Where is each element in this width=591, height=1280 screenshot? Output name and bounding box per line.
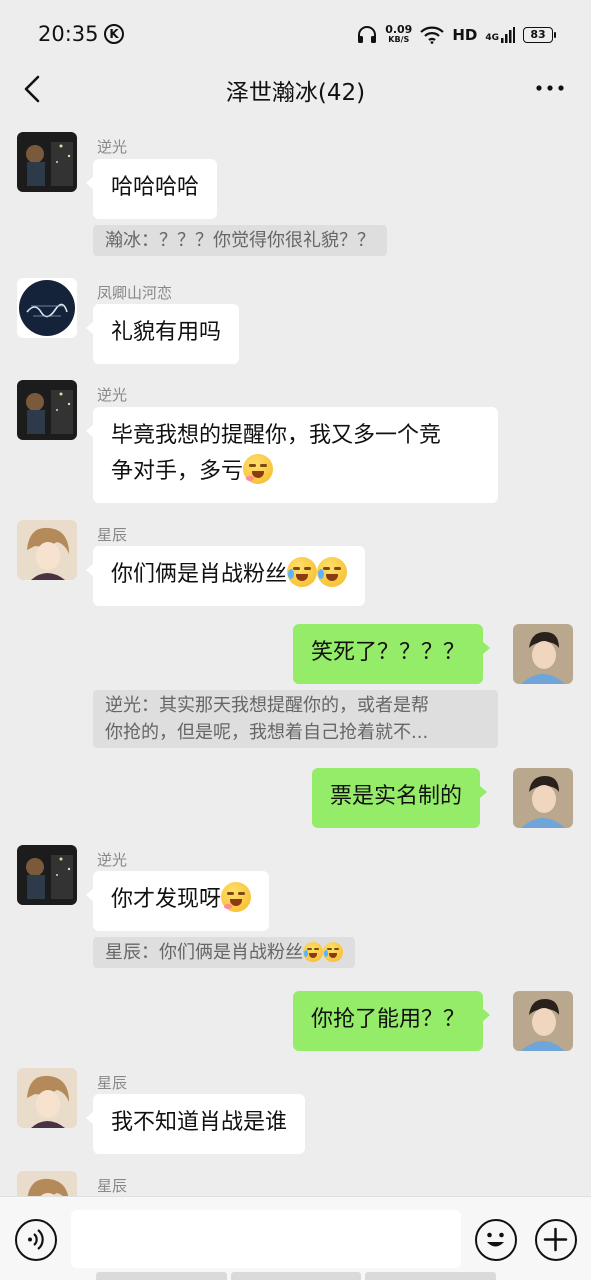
status-time: 20:35 [38, 22, 99, 46]
quote-text: 星辰：你们俩是肖战粉丝 [105, 942, 303, 963]
avatar-xingchen[interactable] [17, 1171, 77, 1196]
signal-4g-label: 4G [485, 33, 499, 43]
chat-header: 泽世瀚冰(42) [0, 60, 591, 118]
avatar-niguang-image [17, 380, 77, 440]
avatar-niguang[interactable] [17, 132, 77, 192]
own-message-bubble[interactable]: 你抢了能用？？ [293, 991, 491, 1051]
message-text-line: 争对手，多亏 [111, 454, 480, 490]
message-bubble[interactable]: 你才发现呀 [85, 871, 270, 931]
battery-indicator: 83 [523, 27, 556, 43]
avatar-self-image [513, 624, 573, 684]
avatar-self[interactable] [513, 991, 573, 1051]
panel-hint [96, 1272, 497, 1280]
message-input[interactable] [71, 1210, 461, 1268]
smiley-icon [487, 1232, 504, 1247]
message-text-line: 毕竟我想的提醒你，我又多一个竞 [111, 423, 442, 448]
laugh-cry-emoji [323, 942, 343, 962]
own-message-bubble[interactable]: 笑死了？？？？ [293, 624, 491, 684]
laugh-cry-emoji [317, 557, 348, 587]
avatar-xingchen-image [17, 1068, 77, 1128]
message-bubble[interactable]: 你们俩是肖战粉丝 [85, 546, 366, 606]
input-bar [0, 1196, 591, 1280]
message-text-span: 你才发现呀 [111, 887, 222, 912]
plus-button[interactable] [535, 1219, 577, 1261]
chat-title: 泽世瀚冰(42) [225, 80, 366, 106]
headphones-icon [358, 26, 377, 43]
message-list[interactable]: 逆光 哈哈哈哈 瀚冰：？？？你觉得你很礼貌？？ 凤卿山河恋 礼貌有用吗 逆光 毕… [0, 122, 591, 1196]
network-speed-unit: KB/S [388, 35, 410, 44]
k-app-icon: K [104, 24, 124, 44]
avatar-self-image [513, 991, 573, 1051]
avatar-xingchen[interactable] [17, 1068, 77, 1128]
quote-line: 你抢的，但是呢，我想着自己抢着就不... [105, 722, 429, 743]
own-message-bubble[interactable]: 票是实名制的 [312, 768, 488, 828]
cell-signal: 4G [485, 27, 515, 43]
grin-sweat-emoji [243, 454, 274, 484]
message-bubble[interactable]: 礼貌有用吗 [85, 304, 240, 364]
sender-name: 逆光 [97, 138, 128, 156]
voice-button[interactable] [15, 1219, 57, 1261]
more-horizontal-icon [536, 85, 564, 91]
quoted-message[interactable]: 逆光：其实那天我想提醒你的，或者是帮 你抢的，但是呢，我想着自己抢着就不... [93, 690, 498, 748]
avatar-niguang[interactable] [17, 380, 77, 440]
hd-label: HD [452, 26, 478, 44]
quoted-message[interactable]: 星辰：你们俩是肖战粉丝 [93, 937, 355, 968]
message-bubble[interactable]: 我不知道肖战是谁 [85, 1094, 306, 1154]
avatar-self[interactable] [513, 768, 573, 828]
network-speed-value: 0.09 [385, 23, 413, 36]
avatar-fengqing[interactable] [17, 278, 77, 338]
sender-name: 逆光 [97, 386, 128, 404]
emoji-button[interactable] [475, 1219, 517, 1261]
plus-icon [543, 1227, 568, 1252]
network-speed: 0.09 KB/S [385, 23, 413, 45]
sender-name: 星辰 [97, 526, 128, 544]
avatar-self[interactable] [513, 624, 573, 684]
quoted-message[interactable]: 瀚冰：？？？你觉得你很礼貌？？ [93, 225, 387, 256]
message-bubble[interactable]: 哈哈哈哈 [85, 159, 218, 219]
laugh-cry-emoji [287, 557, 318, 587]
avatar-xingchen-image [17, 520, 77, 580]
avatar-niguang-image [17, 845, 77, 905]
message-bubble[interactable]: 毕竟我想的提醒你，我又多一个竞 争对手，多亏 [86, 407, 498, 503]
message-text-span: 你们俩是肖战粉丝 [111, 562, 288, 587]
avatar-self-image [513, 768, 573, 828]
avatar-niguang-image [17, 132, 77, 192]
wifi-icon [420, 26, 445, 44]
sender-name: 凤卿山河恋 [97, 284, 173, 302]
sender-name: 星辰 [97, 1177, 128, 1195]
sender-name: 逆光 [97, 851, 128, 869]
quote-line: 逆光：其实那天我想提醒你的，或者是帮 [105, 695, 429, 716]
more-button[interactable] [535, 78, 565, 98]
avatar-xingchen[interactable] [17, 520, 77, 580]
avatar-niguang[interactable] [17, 845, 77, 905]
laugh-cry-emoji [303, 942, 323, 962]
message-text-span: 争对手，多亏 [111, 459, 244, 484]
voice-icon [28, 1229, 44, 1250]
avatar-xingchen-image [17, 1171, 77, 1196]
grin-sweat-emoji [221, 882, 252, 912]
sender-name: 星辰 [97, 1074, 128, 1092]
status-icons: 0.09 KB/S HD 4G 83 [357, 22, 556, 48]
signal-bars-icon [501, 27, 515, 43]
avatar-fengqing-image [17, 278, 77, 338]
